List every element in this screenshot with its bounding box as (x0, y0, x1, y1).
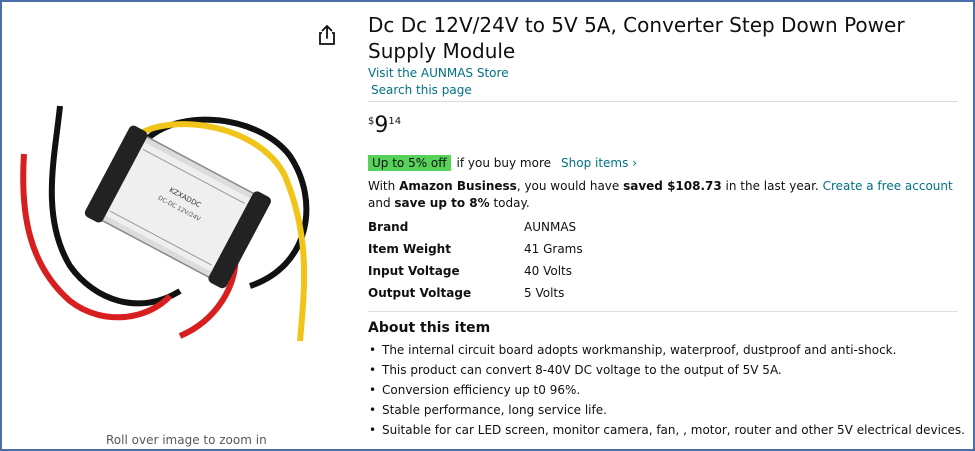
spec-row: Brand AUNMAS (368, 216, 583, 238)
spec-row: Item Weight 41 Grams (368, 238, 583, 260)
business-suffix: in the last year. (721, 179, 823, 193)
promo-text: if you buy more (456, 156, 552, 170)
specs-table: Brand AUNMAS Item Weight 41 Grams Input Vo… (368, 216, 583, 304)
spec-value: 5 Volts (524, 286, 565, 300)
price-whole: 9 (374, 113, 389, 138)
product-title: Dc Dc 12V/24V to 5V 5A, Converter Step D… (368, 13, 905, 63)
divider (368, 311, 958, 312)
spec-value: 40 Volts (524, 264, 572, 278)
about-list: The internal circuit board adopts workma… (368, 340, 965, 440)
list-item: Suitable for car LED screen, monitor cam… (368, 420, 965, 440)
search-page-link[interactable]: Search this page (371, 83, 472, 97)
zoom-hint: Roll over image to zoom in (106, 433, 267, 447)
spec-key: Item Weight (368, 242, 451, 256)
list-item: This product can convert 8-40V DC voltag… (368, 360, 965, 380)
promo-row: Up to 5% off if you buy more Shop items … (368, 155, 637, 171)
shop-items-link[interactable]: Shop items › (561, 156, 637, 170)
business-saved: saved $108.73 (623, 179, 722, 193)
spec-value: 41 Grams (524, 242, 583, 256)
spec-key: Output Voltage (368, 286, 472, 300)
business-prefix: With (368, 179, 400, 193)
business-end: today. (489, 196, 530, 210)
spec-key: Input Voltage (368, 264, 460, 278)
business-middle: , you would have (516, 179, 624, 193)
product-image[interactable]: KZXADDC DC-DC 12V/24V (10, 96, 355, 366)
divider (368, 101, 958, 102)
list-item: The internal circuit board adopts workma… (368, 340, 965, 360)
list-item: Stable performance, long service life. (368, 400, 965, 420)
spec-key: Brand (368, 220, 409, 234)
spec-row: Input Voltage 40 Volts (368, 260, 583, 282)
discount-badge: Up to 5% off (368, 155, 451, 171)
business-offer: With Amazon Business, you would have sav… (368, 178, 953, 212)
spec-row: Output Voltage 5 Volts (368, 282, 583, 304)
business-brand: Amazon Business (399, 179, 517, 193)
visit-store-link[interactable]: Visit the AUNMAS Store (368, 66, 509, 80)
business-and: and (368, 196, 395, 210)
list-item: Conversion efficiency up t0 96%. (368, 380, 965, 400)
about-title: About this item (368, 320, 491, 336)
price: $914 (368, 113, 401, 138)
spec-value: AUNMAS (524, 220, 577, 234)
price-symbol: $ (368, 116, 375, 127)
create-account-link[interactable]: Create a free account (823, 179, 953, 193)
share-icon[interactable] (316, 24, 338, 46)
business-save-up: save up to 8% (394, 196, 490, 210)
price-fraction: 14 (388, 116, 402, 127)
